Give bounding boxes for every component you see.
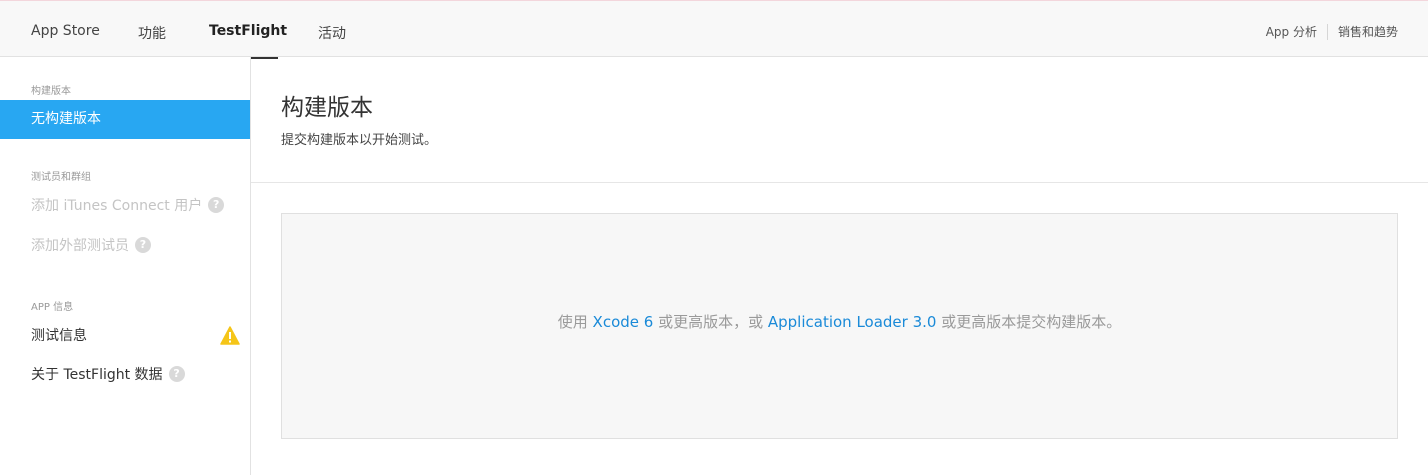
top-nav-bar: App Store 功能 TestFlight 活动 App 分析 销售和趋势	[0, 0, 1428, 59]
tab-app-store[interactable]: App Store	[31, 23, 100, 58]
sidebar-item-label: 添加外部测试员	[31, 238, 129, 254]
section-divider	[251, 182, 1428, 183]
sidebar-section-app-info: APP 信息	[31, 302, 74, 313]
sidebar-item-no-builds[interactable]: 无构建版本	[0, 100, 250, 139]
sidebar-item-label: 测试信息	[31, 328, 87, 344]
empty-builds-panel: 使用 Xcode 6 或更高版本，或 Application Loader 3.…	[281, 213, 1398, 439]
page-subtitle: 提交构建版本以开始测试。	[281, 133, 438, 148]
tab-features[interactable]: 功能	[138, 23, 166, 58]
help-icon[interactable]: ?	[168, 366, 185, 382]
help-icon[interactable]: ?	[135, 237, 151, 253]
link-separator	[1326, 23, 1328, 40]
sidebar: 构建版本 无构建版本 测试员和群组 添加 iTunes Connect 用户? …	[0, 57, 251, 475]
sidebar-item-label: 添加 iTunes Connect 用户	[31, 198, 203, 214]
warning-icon	[220, 326, 240, 345]
empty-message-middle: 或更高版本，或	[653, 313, 768, 331]
help-icon[interactable]: ?	[208, 197, 225, 213]
app-analytics-link[interactable]: App 分析	[1266, 23, 1317, 40]
xcode-link[interactable]: Xcode 6	[593, 313, 654, 331]
sidebar-item-add-external-testers[interactable]: 添加外部测试员?	[0, 227, 250, 266]
sidebar-item-label: 关于 TestFlight 数据	[31, 367, 163, 383]
empty-builds-message: 使用 Xcode 6 或更高版本，或 Application Loader 3.…	[282, 311, 1397, 332]
sidebar-item-about-testflight-data[interactable]: 关于 TestFlight 数据?	[0, 356, 250, 395]
empty-message-prefix: 使用	[557, 313, 593, 331]
sidebar-item-add-itunes-users[interactable]: 添加 iTunes Connect 用户?	[0, 187, 250, 226]
application-loader-link[interactable]: Application Loader 3.0	[768, 313, 937, 331]
tab-testflight[interactable]: TestFlight	[209, 23, 287, 59]
sidebar-section-builds: 构建版本	[31, 86, 71, 97]
main-content: 构建版本 提交构建版本以开始测试。 使用 Xcode 6 或更高版本，或 App…	[251, 57, 1428, 475]
sidebar-item-test-info[interactable]: 测试信息	[0, 317, 250, 356]
empty-message-suffix: 或更高版本提交构建版本。	[936, 313, 1122, 331]
tab-testflight-label: TestFlight	[209, 23, 288, 39]
page-title: 构建版本	[281, 95, 373, 121]
top-right-links: App 分析 销售和趋势	[1266, 23, 1398, 40]
tab-activity[interactable]: 活动	[318, 23, 346, 58]
sidebar-section-testers: 测试员和群组	[31, 172, 91, 183]
sales-trends-link[interactable]: 销售和趋势	[1338, 23, 1398, 40]
